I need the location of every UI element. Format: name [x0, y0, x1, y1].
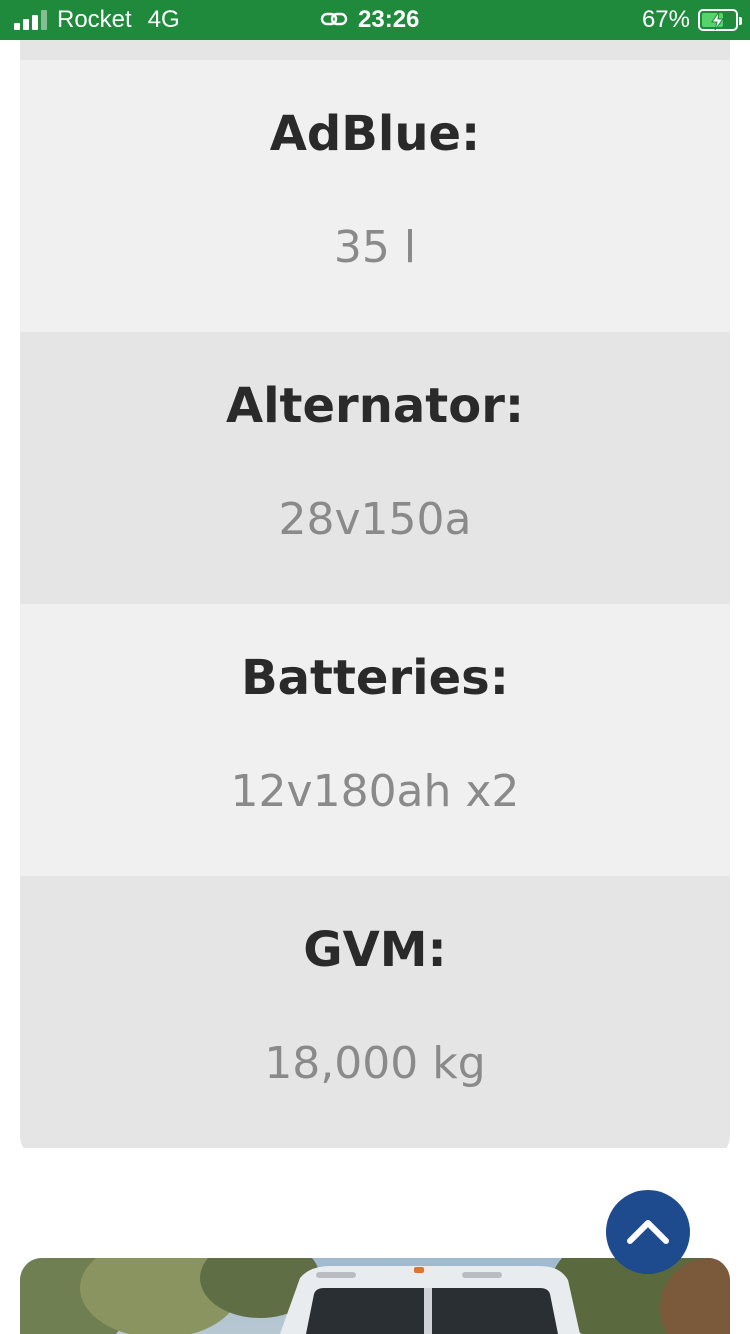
spec-label: Alternator: [225, 378, 525, 434]
clock: 23:26 [358, 6, 420, 33]
spec-value: 12v180ah x2 [230, 766, 520, 817]
spec-label: GVM: [303, 922, 447, 978]
bus-photo [20, 1258, 730, 1334]
status-center: 23:26 [320, 6, 419, 34]
spec-value: 28v150a [278, 494, 472, 545]
spec-label: AdBlue: [269, 106, 481, 162]
spec-value: 35 l [333, 222, 417, 273]
spec-row-adblue: AdBlue: 35 l [20, 60, 730, 332]
carrier-name: Rocket [57, 6, 132, 33]
spec-value: 18,000 kg [264, 1038, 486, 1089]
spec-row-gvm: GVM: 18,000 kg [20, 876, 730, 1148]
status-bar: Rocket 4G 23:26 67% [0, 0, 750, 40]
spec-row-alternator: Alternator: 28v150a [20, 332, 730, 604]
chevron-up-icon [626, 1215, 670, 1249]
specifications-card: AdBlue: 35 l Alternator: 28v150a Batteri… [20, 40, 730, 1158]
back-to-top-button[interactable] [606, 1190, 690, 1274]
signal-strength-icon [14, 10, 47, 30]
battery-percent: 67% [641, 6, 690, 33]
status-right: 67% [641, 6, 742, 34]
spec-label: Batteries: [241, 650, 509, 706]
network-type: 4G [147, 6, 180, 33]
link-icon [320, 6, 348, 34]
status-left: Rocket 4G [14, 6, 180, 34]
spec-row-batteries: Batteries: 12v180ah x2 [20, 604, 730, 876]
previous-row-edge [20, 40, 730, 60]
battery-charging-icon [698, 9, 742, 31]
